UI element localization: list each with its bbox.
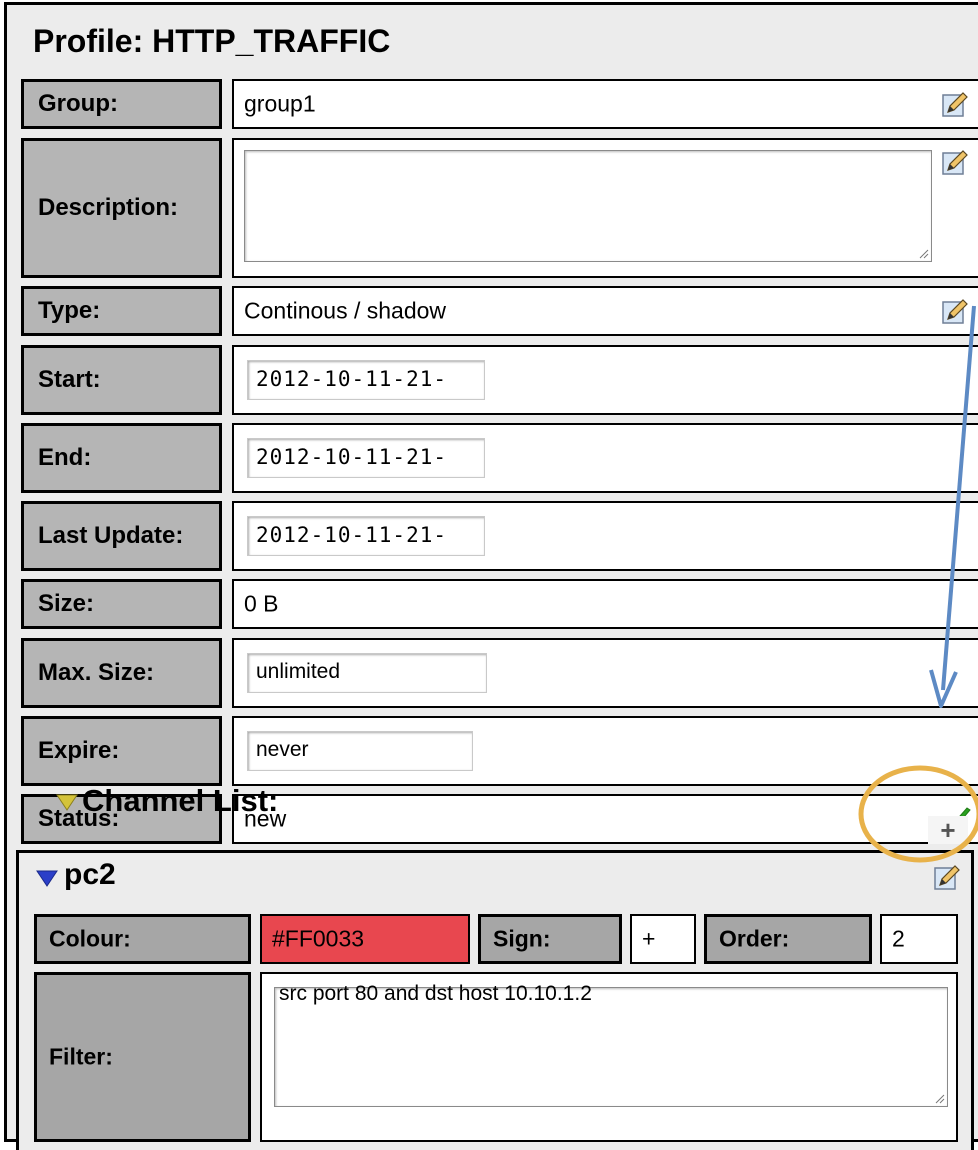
filter-field: src port 80 and dst host 10.10.1.2: [260, 972, 958, 1142]
order-value: 2: [892, 925, 905, 952]
last-update-label-text: Last Update:: [38, 522, 184, 549]
max-size-input[interactable]: unlimited: [247, 653, 487, 693]
sign-label: Sign:: [478, 914, 622, 964]
order-label-text: Order:: [719, 925, 790, 952]
start-label: Start:: [21, 345, 222, 415]
type-value: Continous / shadow: [244, 297, 447, 324]
channel-list-title: Channel List:: [82, 783, 279, 818]
description-label-text: Description:: [38, 194, 179, 221]
end-input[interactable]: 2012-10-11-21-: [247, 438, 485, 478]
sign-label-text: Sign:: [493, 925, 551, 952]
end-field: 2012-10-11-21-: [232, 423, 978, 493]
description-label: Description:: [21, 138, 222, 278]
colour-value: #FF0033: [272, 925, 365, 952]
filter-label-text: Filter:: [49, 1043, 113, 1070]
resize-grip-icon[interactable]: [917, 247, 929, 259]
start-input[interactable]: 2012-10-11-21-: [247, 360, 485, 400]
colour-label: Colour:: [34, 914, 251, 964]
filter-textarea[interactable]: src port 80 and dst host 10.10.1.2: [274, 982, 948, 1107]
triangle-down-icon[interactable]: [36, 869, 58, 887]
edit-pencil-icon[interactable]: [942, 92, 968, 118]
group-field[interactable]: group1: [232, 79, 978, 129]
colour-label-text: Colour:: [49, 925, 131, 952]
size-value: 0 B: [244, 590, 279, 617]
group-label-text: Group:: [38, 90, 118, 117]
start-field: 2012-10-11-21-: [232, 345, 978, 415]
profile-title: Profile: HTTP_TRAFFIC: [33, 23, 391, 59]
sign-field[interactable]: +: [630, 914, 696, 964]
expire-label: Expire:: [21, 716, 222, 786]
channel-name: pc2: [64, 858, 116, 891]
filter-label: Filter:: [34, 972, 251, 1142]
triangle-down-icon[interactable]: [56, 793, 78, 811]
status-field: new: [232, 794, 978, 844]
type-label: Type:: [21, 286, 222, 336]
order-field[interactable]: 2: [880, 914, 958, 964]
last-update-field: 2012-10-11-21-: [232, 501, 978, 571]
resize-grip-icon[interactable]: [933, 1092, 945, 1104]
last-update-input[interactable]: 2012-10-11-21-: [247, 516, 485, 556]
order-label: Order:: [704, 914, 872, 964]
description-field: [232, 138, 978, 278]
type-field[interactable]: Continous / shadow: [232, 286, 978, 336]
start-label-text: Start:: [38, 366, 101, 393]
end-label-text: End:: [38, 444, 92, 471]
add-channel-button[interactable]: +: [928, 816, 968, 844]
edit-pencil-icon[interactable]: [942, 150, 968, 176]
group-value: group1: [244, 90, 316, 117]
colour-field[interactable]: #FF0033: [260, 914, 470, 964]
group-label: Group:: [21, 79, 222, 129]
size-label-text: Size:: [38, 590, 95, 617]
type-label-text: Type:: [38, 297, 101, 324]
sign-value: +: [642, 925, 656, 952]
max-size-field: unlimited: [232, 638, 978, 708]
expire-field: never: [232, 716, 978, 786]
edit-pencil-icon[interactable]: [942, 299, 968, 325]
end-label: End:: [21, 423, 222, 493]
max-size-label: Max. Size:: [21, 638, 222, 708]
description-textarea[interactable]: [244, 150, 932, 262]
expire-label-text: Expire:: [38, 737, 120, 764]
size-field: 0 B: [232, 579, 978, 629]
filter-value: src port 80 and dst host 10.10.1.2: [279, 982, 592, 1005]
edit-pencil-icon[interactable]: [934, 865, 960, 891]
last-update-label: Last Update:: [21, 501, 222, 571]
size-label: Size:: [21, 579, 222, 629]
expire-input[interactable]: never: [247, 731, 473, 771]
max-size-label-text: Max. Size:: [38, 659, 155, 686]
